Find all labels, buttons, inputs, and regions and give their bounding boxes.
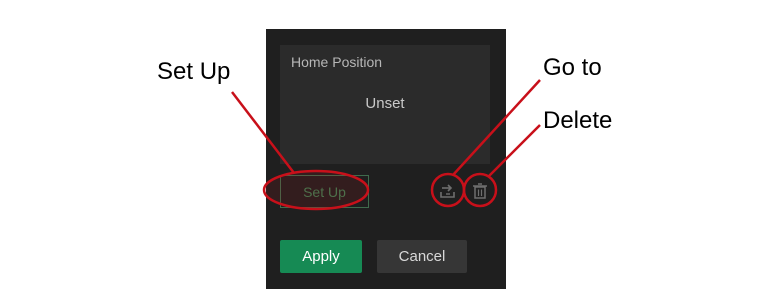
home-position-title: Home Position	[291, 54, 383, 70]
set-up-button[interactable]: Set Up	[280, 175, 369, 208]
cancel-button[interactable]: Cancel	[377, 240, 467, 273]
home-position-box: Home Position Unset	[280, 45, 490, 164]
trash-icon	[473, 183, 487, 199]
goto-icon	[440, 184, 455, 198]
delete-annotation-label: Delete	[543, 107, 613, 134]
goto-annotation-label: Go to	[543, 54, 602, 81]
setup-annotation-label: Set Up	[157, 58, 231, 85]
home-position-status: Unset	[365, 95, 405, 112]
apply-button[interactable]: Apply	[280, 240, 362, 273]
home-position-panel: Home Position Unset Set Up Apply Cancel	[266, 29, 506, 289]
delete-button[interactable]	[467, 178, 493, 204]
go-to-button[interactable]	[435, 178, 461, 204]
